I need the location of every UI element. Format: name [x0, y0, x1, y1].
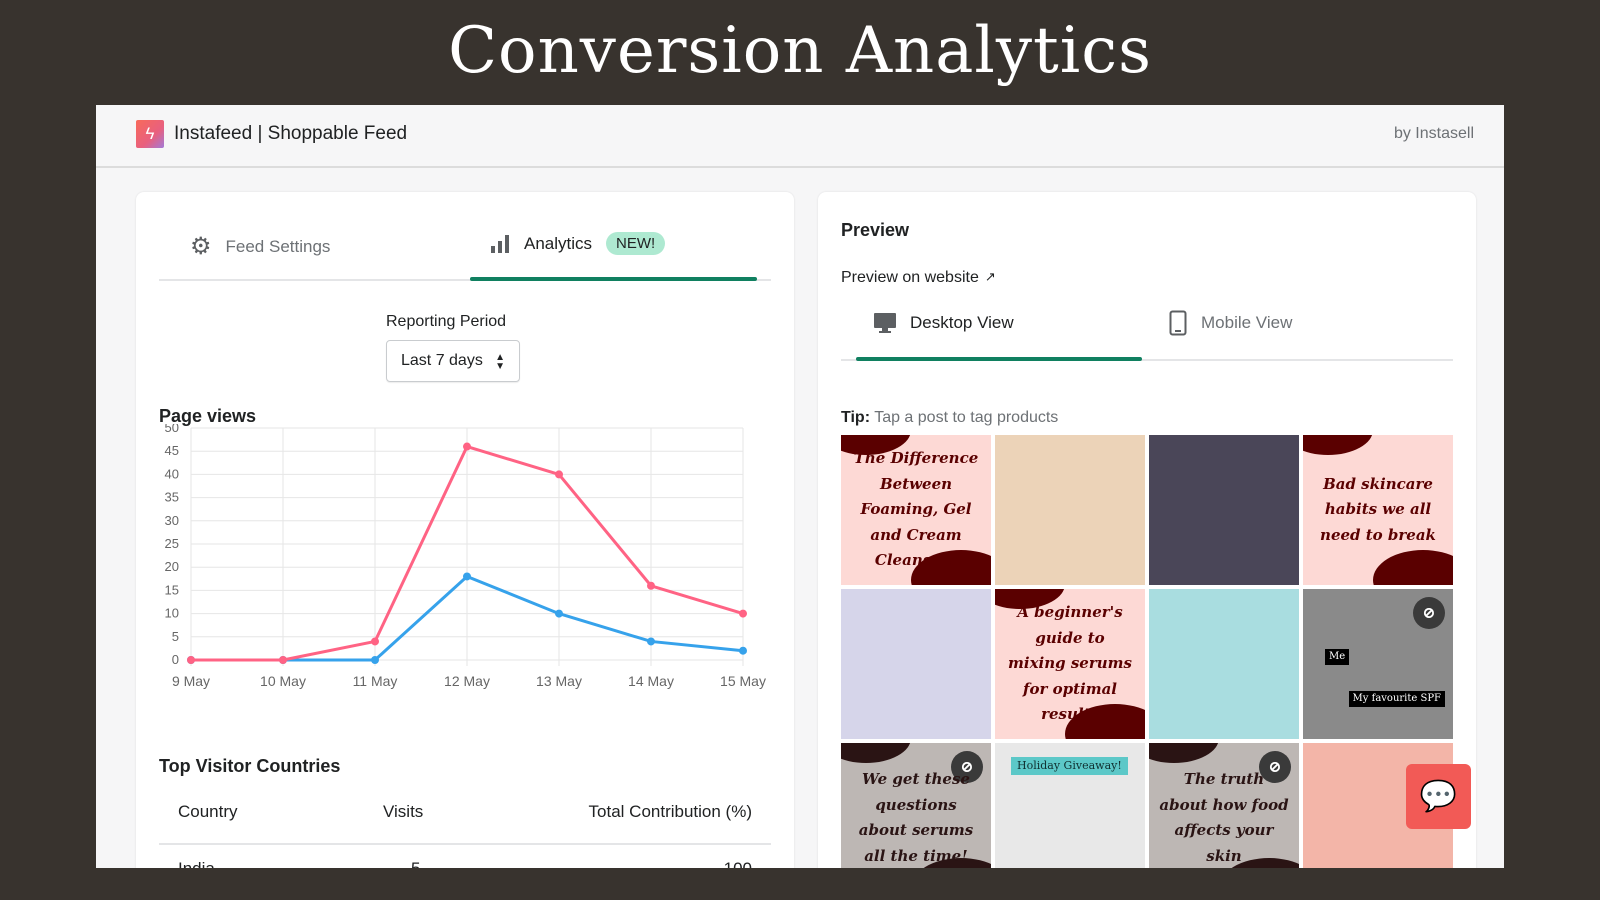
post-text: The Difference Between Foaming, Gel and …	[853, 449, 979, 570]
cell-country: India	[178, 859, 215, 868]
chat-button[interactable]: 💬	[1406, 764, 1471, 829]
tip-label: Tip:	[841, 409, 871, 426]
decor-blob	[1373, 550, 1453, 585]
tab-label: Desktop View	[910, 313, 1014, 332]
feed-post[interactable]: Me My favourite SPF ⊘	[1303, 589, 1453, 739]
feed-post[interactable]: A beginner's guide to mixing serums for …	[995, 589, 1145, 739]
feed-post[interactable]	[1149, 589, 1299, 739]
decor-blob	[1149, 743, 1219, 763]
decor-blob	[841, 743, 911, 763]
feed-post[interactable]: Bad skincare habits we all need to break	[1303, 435, 1453, 585]
desktop-icon	[874, 313, 896, 333]
tab-desktop-view[interactable]: Desktop View	[874, 312, 1014, 334]
post-banner: Holiday Giveaway!	[1011, 757, 1128, 775]
post-text: Bad skincare habits we all need to break	[1320, 474, 1436, 544]
preview-card: Preview Preview on website ↗ Desktop Vie…	[818, 192, 1476, 868]
tip: Tip: Tap a post to tag products	[841, 409, 1058, 427]
table-row: India 5 100	[136, 192, 794, 868]
feed-post[interactable]	[841, 589, 991, 739]
chat-bubble-icon: 💬	[1419, 780, 1458, 813]
feed-post[interactable]	[995, 435, 1145, 585]
cell-contribution: 100	[724, 859, 752, 868]
tip-text: Tap a post to tag products	[874, 409, 1059, 426]
tab-mobile-view[interactable]: Mobile View	[1169, 310, 1292, 336]
page-title: Conversion Analytics	[448, 14, 1152, 88]
feed-post[interactable]: Holiday Giveaway!	[995, 743, 1145, 868]
by-instasell: by Instasell	[1393, 125, 1474, 142]
lightning-icon: ϟ	[136, 120, 164, 148]
feed-post[interactable]: The Difference Between Foaming, Gel and …	[841, 435, 991, 585]
cell-visits: 5	[411, 859, 420, 868]
analytics-card: ⚙ Feed Settings Analytics NEW! Reporting…	[136, 192, 794, 868]
hidden-eye-icon[interactable]: ⊘	[1413, 597, 1445, 629]
tab-label: Mobile View	[1201, 313, 1293, 332]
active-view-indicator	[856, 357, 1142, 361]
app-header: ϟ Instafeed | Shoppable Feed by Instasel…	[96, 105, 1504, 168]
post-text: A beginner's guide to mixing serums for …	[1008, 603, 1132, 724]
external-link-icon: ↗	[984, 269, 996, 284]
link-text: Preview on website	[841, 269, 979, 286]
post-caption: My favourite SPF	[1348, 691, 1445, 707]
mobile-icon	[1169, 310, 1187, 336]
feed-post[interactable]: We get these questions about serums all …	[841, 743, 991, 868]
feed-post[interactable]	[1149, 435, 1299, 585]
post-caption: Me	[1325, 649, 1350, 665]
post-text: We get these questions about serums all …	[858, 770, 974, 865]
decor-blob	[1303, 435, 1373, 455]
app-window: ϟ Instafeed | Shoppable Feed by Instasel…	[96, 105, 1504, 868]
preview-title: Preview	[841, 220, 910, 240]
post-text: The truth about how food affects your sk…	[1159, 770, 1289, 865]
app-name: Instafeed | Shoppable Feed	[174, 123, 408, 144]
preview-on-website-link[interactable]: Preview on website ↗	[841, 269, 996, 287]
feed-post[interactable]: The truth about how food affects your sk…	[1149, 743, 1299, 868]
